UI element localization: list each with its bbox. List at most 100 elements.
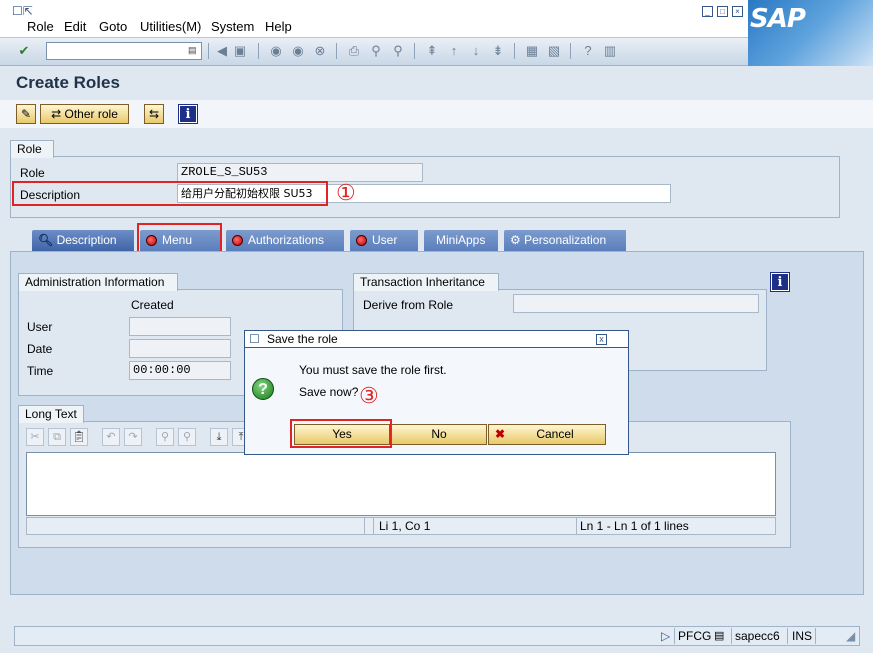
tab-authorizations[interactable]: Authorizations (226, 230, 344, 251)
hierarchy-button[interactable]: ⇆ (144, 104, 164, 124)
maximize-icon[interactable]: □ (717, 6, 728, 17)
editor-cursor-position: Li 1, Co 1 (379, 519, 431, 533)
transaction-inheritance-title: Transaction Inheritance (353, 273, 499, 291)
role-field[interactable]: ZROLE_S_SU53 (177, 163, 423, 182)
status-bar (14, 626, 860, 646)
info-button[interactable]: i (178, 104, 198, 124)
layout-menu-icon[interactable]: ▥ (602, 43, 618, 59)
tab-miniapps-label: MiniApps (436, 233, 486, 247)
tab-personalization[interactable]: ⚙ Personalization (504, 230, 626, 251)
find-icon[interactable]: ⚲ (368, 43, 384, 59)
paste-icon[interactable]: 📋︎ (70, 428, 88, 446)
menu-role[interactable]: Role (27, 19, 54, 34)
print-icon[interactable]: ⎙ (346, 43, 362, 59)
redo-icon[interactable]: ↷ (124, 428, 142, 446)
change-display-button[interactable]: ✎ (16, 104, 36, 124)
last-page-icon[interactable]: ⇟ (490, 43, 506, 59)
user-field[interactable] (129, 317, 231, 336)
time-field[interactable]: 00:00:00 (129, 361, 231, 380)
menu-goto[interactable]: Goto (99, 19, 127, 34)
page-title: Create Roles (16, 73, 120, 92)
dialog-window-icon: ☐ (249, 332, 260, 346)
first-page-icon[interactable]: ⇞ (424, 43, 440, 59)
enter-icon[interactable]: ✔ (16, 43, 32, 59)
toolbar-separator (208, 43, 209, 59)
cancel-x-icon: ✖ (495, 427, 506, 441)
other-role-button[interactable]: ⇄ Other role (40, 104, 129, 124)
toolbar-separator (258, 43, 259, 59)
tab-user[interactable]: User (350, 230, 418, 251)
cut-icon[interactable]: ✂ (26, 428, 44, 446)
status-divider (787, 628, 788, 644)
save-icon[interactable]: ▣ (232, 43, 248, 59)
toolbar-separator (570, 43, 571, 59)
long-text-title: Long Text (18, 405, 84, 423)
time-label: Time (27, 364, 54, 378)
user-label: User (27, 320, 53, 334)
command-dropdown-icon[interactable]: ▤ (188, 45, 197, 56)
cancel-button[interactable]: ✖ Cancel (488, 424, 606, 445)
toolbar-separator (514, 43, 515, 59)
dialog-question: Save now? (299, 385, 359, 399)
command-field[interactable] (46, 42, 202, 60)
close-window-icon[interactable]: × (732, 6, 743, 17)
annotation-one: ① (336, 181, 356, 206)
other-role-icon: ⇄ (51, 107, 65, 121)
find-text-icon[interactable]: ⚲ (156, 428, 174, 446)
copy-icon[interactable]: ⧉ (48, 428, 66, 446)
date-field[interactable] (129, 339, 231, 358)
status-list-icon[interactable]: ▤ (714, 628, 724, 644)
back-icon[interactable]: ◉ (268, 43, 284, 59)
admin-info-title: Administration Information (18, 273, 178, 291)
dialog-close-icon[interactable]: x (596, 334, 607, 345)
red-status-icon (232, 235, 243, 246)
toolbar-separator (414, 43, 415, 59)
status-divider (815, 628, 816, 644)
derive-from-role-label: Derive from Role (363, 298, 454, 312)
menu-tab-highlight (137, 223, 222, 254)
previous-page-icon[interactable]: ↑ (446, 43, 462, 59)
date-label: Date (27, 342, 53, 356)
window-menu-icon[interactable]: ☐⇱ (12, 4, 33, 18)
description-label: Description (20, 188, 81, 202)
annotation-three: ③ (359, 384, 379, 409)
pencil-icon: ✎ (20, 107, 32, 121)
editor-status-divider (364, 517, 374, 535)
tab-authorizations-label: Authorizations (248, 233, 325, 247)
question-icon: ? (252, 378, 274, 400)
long-text-editor[interactable] (26, 452, 776, 516)
derive-from-role-field[interactable] (513, 294, 759, 313)
back-arrow-icon[interactable]: ◀ (214, 43, 230, 59)
minimize-icon[interactable]: _ (702, 6, 713, 17)
menu-help[interactable]: Help (265, 19, 292, 34)
dialog-title-bar: Save the role (244, 330, 629, 348)
hierarchy-icon: ⇆ (148, 107, 160, 121)
menu-edit[interactable]: Edit (64, 19, 86, 34)
cancel-label: Cancel (536, 427, 574, 441)
tab-miniapps[interactable]: MiniApps (424, 230, 498, 251)
status-divider (674, 628, 675, 644)
cancel-icon[interactable]: ⊗ (312, 43, 328, 59)
undo-icon[interactable]: ↶ (102, 428, 120, 446)
exit-icon[interactable]: ◉ (290, 43, 306, 59)
new-session-icon[interactable]: ▦ (524, 43, 540, 59)
find-next-icon[interactable]: ⚲ (390, 43, 406, 59)
menu-utilities[interactable]: Utilities(M) (140, 19, 201, 34)
status-expand-icon[interactable]: ▷ (661, 628, 670, 644)
role-group-title: Role (10, 140, 54, 158)
info-button-inheritance[interactable]: i (770, 272, 790, 292)
next-page-icon[interactable]: ↓ (468, 43, 484, 59)
menu-system[interactable]: System (211, 19, 254, 34)
resize-grip-icon[interactable]: ◢ (846, 628, 855, 644)
personalization-icon: ⚙ (510, 233, 525, 247)
tab-description[interactable]: 🔍︎ Description (32, 230, 134, 251)
import-icon[interactable]: ⤓ (210, 428, 228, 446)
tab-user-label: User (372, 233, 398, 247)
help-icon[interactable]: ? (580, 43, 596, 59)
find-replace-icon[interactable]: ⚲ (178, 428, 196, 446)
created-label: Created (131, 298, 174, 312)
no-button[interactable]: No (391, 424, 487, 445)
status-divider (731, 628, 732, 644)
other-role-label: Other role (64, 107, 118, 121)
shortcut-icon[interactable]: ▧ (546, 43, 562, 59)
